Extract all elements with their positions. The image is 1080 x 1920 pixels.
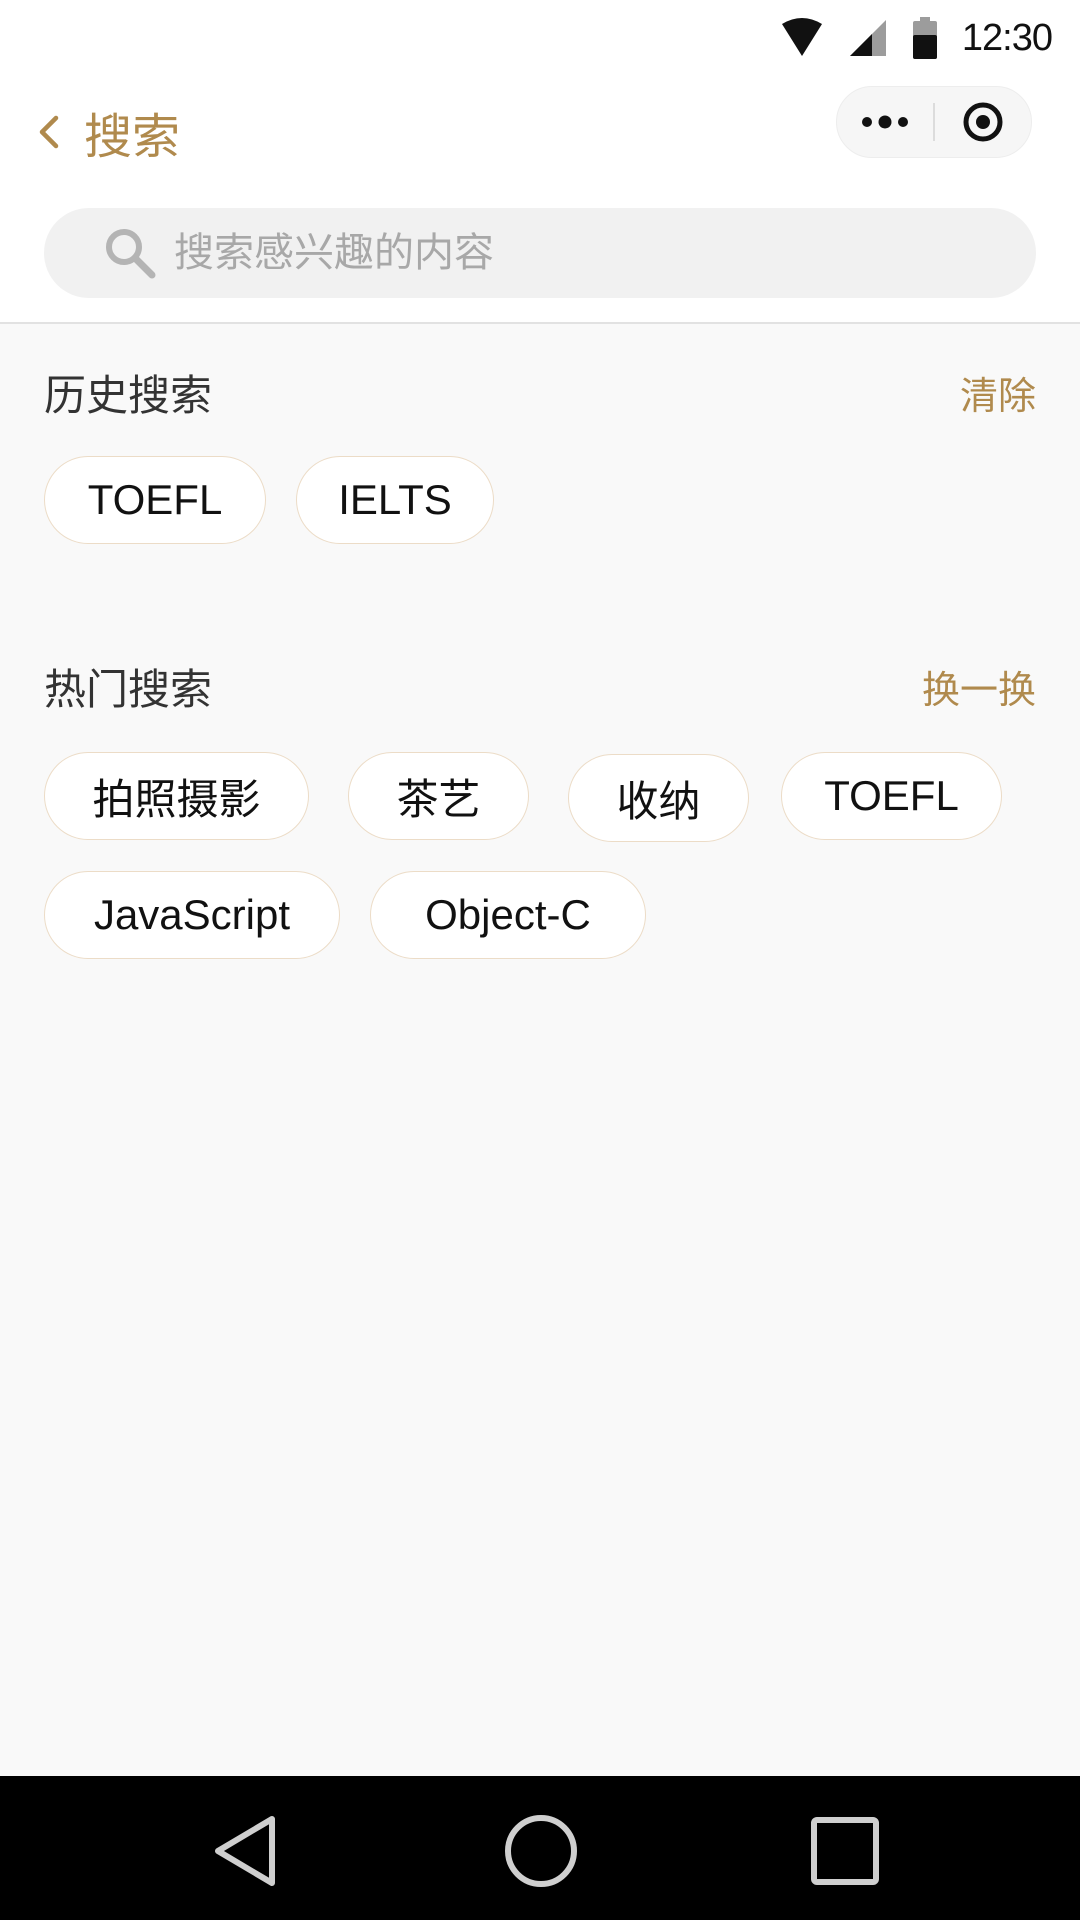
recents-square-icon — [811, 1817, 879, 1885]
system-recents-button[interactable] — [800, 1806, 890, 1896]
history-tag[interactable]: IELTS — [296, 456, 494, 544]
hot-tag[interactable]: 拍照摄影 — [44, 752, 309, 840]
system-home-button[interactable] — [496, 1806, 586, 1896]
clear-history-button[interactable]: 清除 — [960, 365, 1036, 420]
home-circle-icon — [505, 1815, 577, 1887]
android-nav-bar — [0, 1776, 1080, 1920]
more-dots-icon — [862, 115, 908, 129]
back-button[interactable]: 搜索 — [38, 98, 180, 166]
close-mini-program-button[interactable] — [935, 87, 1031, 157]
battery-icon — [912, 17, 937, 59]
status-bar: 12:30 — [0, 0, 1080, 76]
system-back-button[interactable] — [200, 1806, 290, 1896]
status-icons: 12:30 — [780, 12, 1053, 64]
top-nav: 搜索 — [0, 76, 1080, 188]
search-box[interactable] — [44, 208, 1036, 298]
page-title: 搜索 — [84, 109, 181, 165]
search-area — [0, 188, 1080, 324]
refresh-hot-button[interactable]: 换一换 — [922, 659, 1036, 714]
target-circle-icon — [963, 102, 1003, 142]
history-tag[interactable]: TOEFL — [44, 456, 266, 544]
hot-title: 热门搜索 — [44, 664, 213, 714]
hot-tag[interactable]: JavaScript — [44, 871, 340, 959]
mini-program-capsule — [836, 86, 1032, 158]
wifi-icon — [781, 18, 822, 56]
hot-tag[interactable]: 茶艺 — [348, 752, 529, 840]
history-title: 历史搜索 — [44, 370, 213, 420]
history-header: 历史搜索 清除 — [44, 362, 1036, 422]
hot-tag[interactable]: 收纳 — [568, 754, 749, 842]
cellular-signal-icon — [849, 20, 886, 56]
hot-header: 热门搜索 换一换 — [44, 656, 1036, 716]
chevron-left-icon — [39, 115, 59, 149]
back-triangle-icon — [215, 1816, 275, 1886]
more-button[interactable] — [837, 87, 933, 157]
hot-tag[interactable]: TOEFL — [781, 752, 1002, 840]
status-time: 12:30 — [961, 16, 1053, 59]
search-icon — [106, 229, 156, 279]
search-input[interactable] — [172, 229, 996, 277]
hot-tag[interactable]: Object-C — [370, 871, 646, 959]
